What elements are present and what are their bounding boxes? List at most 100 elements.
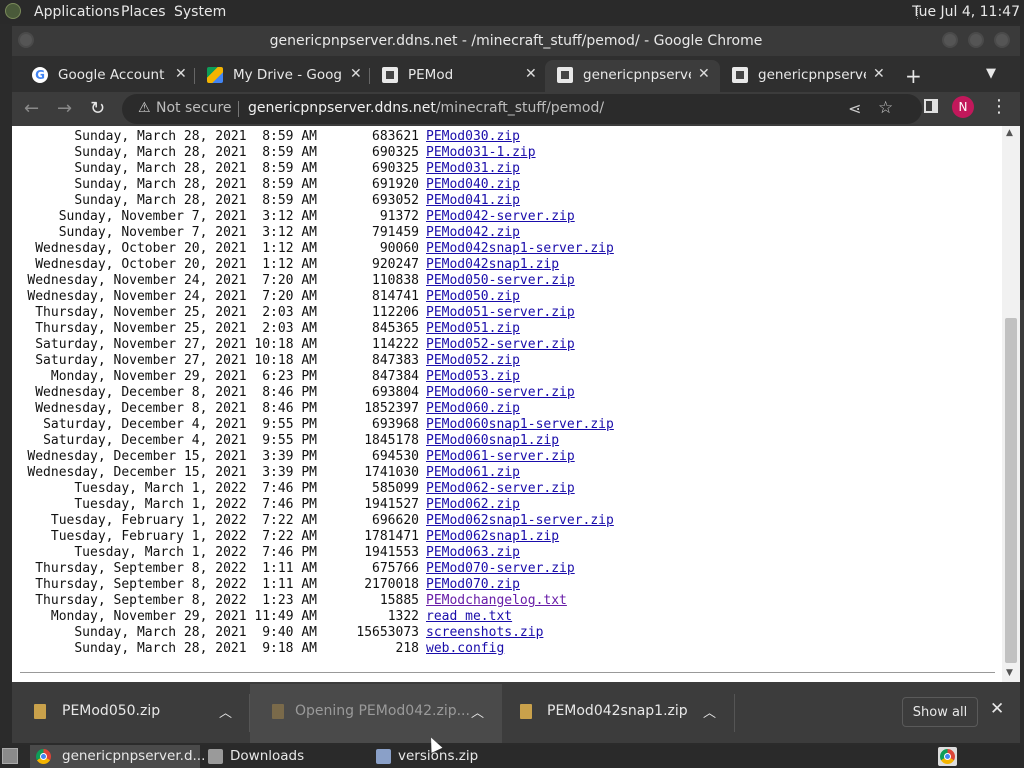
forward-arrow-icon[interactable]: → (57, 98, 72, 119)
file-link[interactable]: PEMod042.zip (426, 225, 520, 241)
maximize-icon[interactable] (968, 32, 984, 48)
file-link[interactable]: PEMod063.zip (426, 545, 520, 561)
file-link[interactable]: web.config (426, 641, 504, 657)
file-link[interactable]: PEMod031.zip (426, 161, 520, 177)
chevron-up-icon[interactable]: ︿ (703, 702, 716, 721)
scroll-down-icon[interactable]: ▼ (1006, 668, 1013, 678)
file-date: Wednesday, December 8, 2021 8:46 PM (35, 385, 317, 400)
listing-row: Saturday, November 27, 2021 10:18 AM 8473… (12, 353, 1002, 369)
file-date: Wednesday, October 20, 2021 1:12 AM (35, 241, 317, 256)
file-link[interactable]: PEMod070-server.zip (426, 561, 575, 577)
window-titlebar[interactable]: genericpnpserver.ddns.net - /minecraft_s… (12, 26, 1020, 56)
bookmark-star-icon[interactable]: ☆ (878, 98, 893, 118)
file-link[interactable]: PEMod053.zip (426, 369, 520, 385)
url-text[interactable]: genericpnpserver.ddns.net/minecraft_stuf… (248, 100, 604, 116)
file-size: 90060 (379, 241, 419, 256)
more-menu-icon[interactable]: ⋮ (990, 96, 1008, 117)
warning-triangle-icon[interactable]: ⚠ (138, 100, 151, 116)
file-link[interactable]: PEMod040.zip (426, 177, 520, 193)
file-link[interactable]: PEMod062snap1.zip (426, 529, 559, 545)
close-shelf-icon[interactable]: ✕ (990, 699, 1004, 719)
tab-search-chevron-icon[interactable]: ▼ (986, 66, 996, 81)
file-link[interactable]: PEMod061.zip (426, 465, 520, 481)
close-tab-icon[interactable]: ✕ (525, 66, 537, 82)
page-icon (382, 67, 398, 83)
download-label: Opening PEMod042.zip... (295, 703, 470, 719)
tab-pemod[interactable]: PEMod ✕ (370, 60, 545, 92)
close-window-icon[interactable] (994, 32, 1010, 48)
tab-google-account[interactable]: G Google Account ✕ (20, 60, 195, 92)
distro-logo-icon[interactable] (5, 3, 21, 19)
download-item[interactable]: PEMod042snap1.zip ︿ (502, 684, 735, 743)
file-link[interactable]: PEMod042-server.zip (426, 209, 575, 225)
file-link[interactable]: PEMod042snap1-server.zip (426, 241, 614, 257)
chevron-up-icon[interactable]: ︿ (219, 702, 232, 721)
file-link[interactable]: PEMod031-1.zip (426, 145, 536, 161)
file-link[interactable]: PEModchangelog.txt (426, 593, 567, 609)
close-tab-icon[interactable]: ✕ (350, 66, 362, 82)
listing-row: Tuesday, February 1, 2022 7:22 AM 1781471… (12, 529, 1002, 545)
vertical-scrollbar[interactable]: ▲ ▼ (1002, 126, 1020, 682)
page-icon (732, 67, 748, 83)
close-tab-icon[interactable]: ✕ (175, 66, 187, 82)
back-arrow-icon[interactable]: ← (24, 98, 39, 119)
address-bar[interactable]: ⚠ Not secure genericpnpserver.ddns.net/m… (122, 94, 922, 124)
share-icon[interactable]: ⋖ (848, 99, 861, 118)
file-link[interactable]: PEMod051.zip (426, 321, 520, 337)
file-link[interactable]: PEMod062-server.zip (426, 481, 575, 497)
file-link[interactable]: PEMod060-server.zip (426, 385, 575, 401)
file-link[interactable]: PEMod052-server.zip (426, 337, 575, 353)
zip-file-icon (34, 704, 46, 719)
file-link[interactable]: PEMod041.zip (426, 193, 520, 209)
close-tab-icon[interactable]: ✕ (873, 66, 885, 82)
file-link[interactable]: screenshots.zip (426, 625, 543, 641)
download-item[interactable]: PEMod050.zip ︿ (12, 684, 250, 743)
file-link[interactable]: PEMod050.zip (426, 289, 520, 305)
file-size: 847383 (372, 353, 419, 368)
minimize-icon[interactable] (942, 32, 958, 48)
file-link[interactable]: PEMod060snap1-server.zip (426, 417, 614, 433)
file-date: Thursday, September 8, 2022 1:23 AM (35, 593, 317, 608)
scroll-up-icon[interactable]: ▲ (1006, 128, 1013, 138)
reload-icon[interactable]: ↻ (90, 98, 105, 119)
tab-genericpnpserver[interactable]: genericpnpserver.d ✕ (720, 60, 895, 92)
file-link[interactable]: PEMod042snap1.zip (426, 257, 559, 273)
scrollbar-thumb[interactable] (1005, 318, 1017, 663)
side-panel-icon[interactable] (924, 99, 938, 113)
taskbar-item-downloads[interactable]: Downloads (202, 745, 367, 768)
chevron-up-icon[interactable]: ︿ (471, 702, 484, 721)
menu-system[interactable]: System (174, 4, 226, 20)
file-link[interactable]: PEMod061-server.zip (426, 449, 575, 465)
download-item-opening[interactable]: Opening PEMod042.zip... ︿ (250, 684, 502, 743)
menu-applications[interactable]: Applications (34, 4, 120, 20)
avatar[interactable]: N (952, 96, 974, 118)
listing-row: Tuesday, March 1, 2022 7:46 PM 1941553 PEM… (12, 545, 1002, 561)
file-link[interactable]: PEMod050-server.zip (426, 273, 575, 289)
file-link[interactable]: PEMod030.zip (426, 129, 520, 145)
file-link[interactable]: PEMod051-server.zip (426, 305, 575, 321)
file-link[interactable]: PEMod070.zip (426, 577, 520, 593)
close-tab-icon[interactable]: ✕ (698, 66, 710, 82)
menu-places[interactable]: Places (121, 4, 166, 20)
file-link[interactable]: PEMod062.zip (426, 497, 520, 513)
file-link[interactable]: PEMod060.zip (426, 401, 520, 417)
listing-row: Sunday, November 7, 2021 3:12 AM 91372 PEM… (12, 209, 1002, 225)
new-tab-icon[interactable]: + (905, 64, 922, 88)
file-link[interactable]: read me.txt (426, 609, 512, 625)
show-all-button[interactable]: Show all (902, 697, 978, 727)
not-secure-label[interactable]: Not secure (156, 100, 232, 116)
file-link[interactable]: PEMod062snap1-server.zip (426, 513, 614, 529)
listing-row: Wednesday, December 15, 2021 3:39 PM 1741… (12, 465, 1002, 481)
tray-chrome-icon[interactable] (938, 747, 957, 766)
file-link[interactable]: PEMod052.zip (426, 353, 520, 369)
file-link[interactable]: PEMod060snap1.zip (426, 433, 559, 449)
taskbar-item-versions-zip[interactable]: versions.zip (370, 745, 535, 768)
tab-genericpnpserver-active[interactable]: genericpnpserver.d ✕ (545, 60, 720, 92)
file-size: 693052 (372, 193, 419, 208)
show-desktop-icon[interactable] (2, 748, 18, 764)
taskbar-item-chrome[interactable]: genericpnpserver.d... (30, 745, 205, 768)
clock[interactable]: Tue Jul 4, 11:47 (912, 4, 1020, 20)
tab-my-drive[interactable]: My Drive - Google D ✕ (195, 60, 370, 92)
file-date: Wednesday, December 15, 2021 3:39 PM (27, 449, 317, 464)
file-size: 845365 (372, 321, 419, 336)
